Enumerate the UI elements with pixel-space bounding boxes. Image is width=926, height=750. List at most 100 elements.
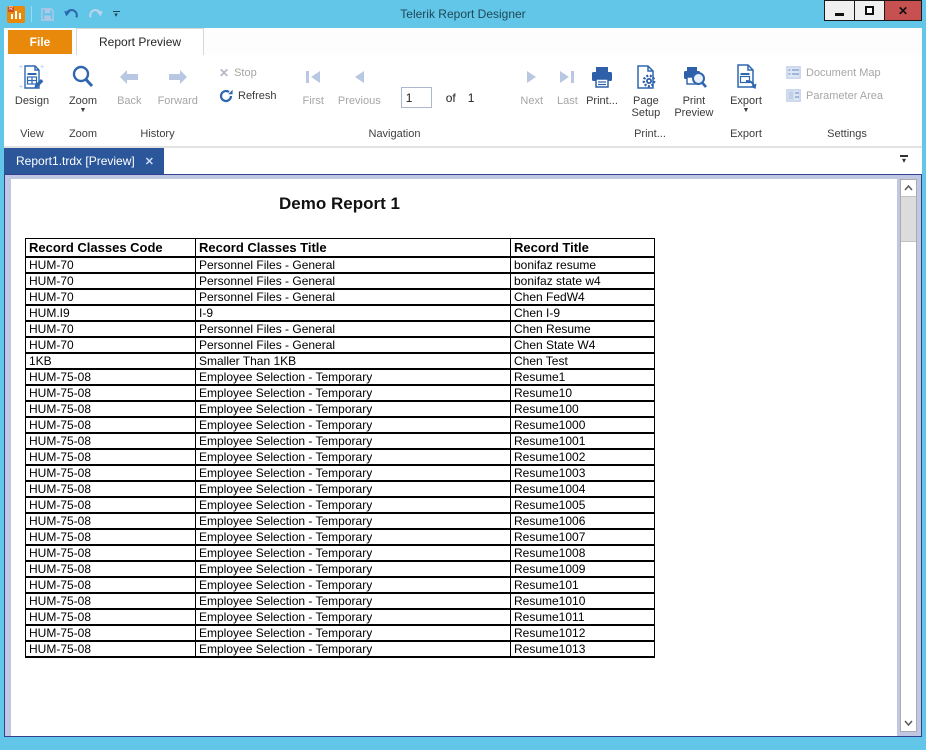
print-preview-button[interactable]: Print Preview	[668, 60, 720, 121]
table-row: HUM-75-08Employee Selection - TemporaryR…	[26, 481, 655, 497]
table-cell: HUM-75-08	[26, 465, 196, 481]
zoom-button[interactable]: Zoom ▼	[63, 60, 103, 116]
table-cell: HUM-75-08	[26, 545, 196, 561]
ribbon-group-history: Back Forward History	[106, 55, 209, 146]
export-button[interactable]: Export ▼	[724, 60, 768, 116]
ribbon-group-print: Print... Page Setup	[580, 55, 720, 146]
previous-page-icon	[352, 62, 366, 92]
first-page-button[interactable]: First	[297, 60, 330, 109]
table-row: HUM-75-08Employee Selection - TemporaryR…	[26, 449, 655, 465]
svg-text:+: +	[40, 64, 44, 71]
table-cell: Resume1004	[511, 481, 655, 497]
page-setup-button[interactable]: Page Setup	[624, 60, 668, 121]
stop-button[interactable]: ✕ Stop	[219, 63, 277, 82]
vertical-scrollbar[interactable]	[900, 179, 917, 732]
table-row: HUM.I9I-9Chen I-9	[26, 305, 655, 321]
report-page: Demo Report 1 Record Classes Code Record…	[11, 179, 897, 736]
forward-button[interactable]: Forward	[152, 60, 204, 109]
stop-refresh-stack: ✕ Stop Refresh	[209, 60, 281, 105]
table-cell: Chen Resume	[511, 321, 655, 337]
table-row: HUM-70Personnel Files - Generalbonifaz s…	[26, 273, 655, 289]
group-label-view: View	[4, 128, 60, 146]
design-icon: + + +	[18, 62, 46, 92]
minimize-icon	[835, 13, 844, 16]
scroll-down-button[interactable]	[901, 715, 916, 731]
back-button[interactable]: Back	[111, 60, 147, 109]
table-cell: Resume1007	[511, 529, 655, 545]
table-cell: Chen FedW4	[511, 289, 655, 305]
table-cell: HUM-75-08	[26, 529, 196, 545]
table-cell: HUM-70	[26, 289, 196, 305]
table-cell: HUM-70	[26, 273, 196, 289]
refresh-button[interactable]: Refresh	[219, 86, 277, 105]
page-number-input[interactable]	[401, 87, 432, 108]
table-cell: Smaller Than 1KB	[196, 353, 511, 369]
ribbon-group-navigation: ✕ Stop Refresh	[209, 55, 580, 146]
stop-icon: ✕	[219, 66, 229, 80]
printer-icon	[589, 62, 615, 92]
parameter-area-button[interactable]: Parameter Area	[786, 86, 883, 105]
next-page-button[interactable]: Next	[514, 60, 549, 109]
table-cell: HUM-75-08	[26, 577, 196, 593]
previous-page-button[interactable]: Previous	[332, 60, 387, 109]
table-cell: Personnel Files - General	[196, 321, 511, 337]
table-cell: Employee Selection - Temporary	[196, 641, 511, 657]
table-cell: Employee Selection - Temporary	[196, 369, 511, 385]
table-cell: Resume1002	[511, 449, 655, 465]
column-header: Record Title	[511, 239, 655, 258]
first-page-icon	[304, 62, 322, 92]
close-button[interactable]: ✕	[884, 0, 922, 21]
table-cell: Employee Selection - Temporary	[196, 577, 511, 593]
table-cell: HUM-75-08	[26, 609, 196, 625]
table-cell: Employee Selection - Temporary	[196, 513, 511, 529]
next-page-icon	[525, 62, 539, 92]
table-cell: Resume1005	[511, 497, 655, 513]
scroll-up-button[interactable]	[901, 180, 916, 196]
table-row: HUM-75-08Employee Selection - TemporaryR…	[26, 545, 655, 561]
table-row: HUM-75-08Employee Selection - TemporaryR…	[26, 369, 655, 385]
table-cell: Chen State W4	[511, 337, 655, 353]
chevron-down-icon: ▼	[743, 108, 750, 114]
ribbon-group-zoom: Zoom ▼ Zoom	[60, 55, 106, 146]
scrollbar-thumb[interactable]	[901, 196, 916, 242]
ribbon-tab-row: File Report Preview	[4, 28, 922, 55]
table-cell: Employee Selection - Temporary	[196, 529, 511, 545]
document-map-button[interactable]: Document Map	[786, 63, 883, 82]
table-cell: HUM-75-08	[26, 625, 196, 641]
print-button[interactable]: Print...	[580, 60, 624, 109]
svg-text:+: +	[19, 64, 23, 71]
last-page-button[interactable]: Last	[551, 60, 584, 109]
group-label-history: History	[106, 128, 209, 146]
table-cell: HUM-75-08	[26, 561, 196, 577]
table-row: HUM-70Personnel Files - GeneralChen Resu…	[26, 321, 655, 337]
table-row: HUM-75-08Employee Selection - TemporaryR…	[26, 433, 655, 449]
table-cell: Employee Selection - Temporary	[196, 561, 511, 577]
export-icon	[732, 62, 760, 92]
titlebar: R	[0, 0, 926, 28]
table-cell: Resume1011	[511, 609, 655, 625]
refresh-icon	[219, 89, 233, 103]
table-row: HUM-75-08Employee Selection - TemporaryR…	[26, 417, 655, 433]
table-cell: Employee Selection - Temporary	[196, 481, 511, 497]
file-tab[interactable]: File	[8, 30, 72, 54]
table-row: HUM-75-08Employee Selection - TemporaryR…	[26, 641, 655, 657]
design-button[interactable]: + + + Design	[9, 60, 55, 109]
tabstrip-menu-icon[interactable]: ▾	[900, 155, 908, 164]
table-cell: 1KB	[26, 353, 196, 369]
document-tab[interactable]: Report1.trdx [Preview] ✕	[4, 148, 164, 174]
page-number-control: of 1	[401, 87, 487, 108]
table-cell: HUM-75-08	[26, 497, 196, 513]
ribbon-group-export: Export ▼ Export	[720, 55, 772, 146]
table-cell: Chen Test	[511, 353, 655, 369]
table-row: HUM-75-08Employee Selection - TemporaryR…	[26, 497, 655, 513]
minimize-button[interactable]	[824, 0, 855, 21]
table-cell: HUM-70	[26, 321, 196, 337]
table-cell: I-9	[196, 305, 511, 321]
document-tab-close-icon[interactable]: ✕	[145, 155, 154, 168]
tab-report-preview[interactable]: Report Preview	[76, 28, 204, 55]
table-cell: HUM-75-08	[26, 417, 196, 433]
table-cell: Resume1003	[511, 465, 655, 481]
table-cell: HUM-75-08	[26, 401, 196, 417]
table-cell: HUM-75-08	[26, 593, 196, 609]
maximize-button[interactable]	[854, 0, 885, 21]
